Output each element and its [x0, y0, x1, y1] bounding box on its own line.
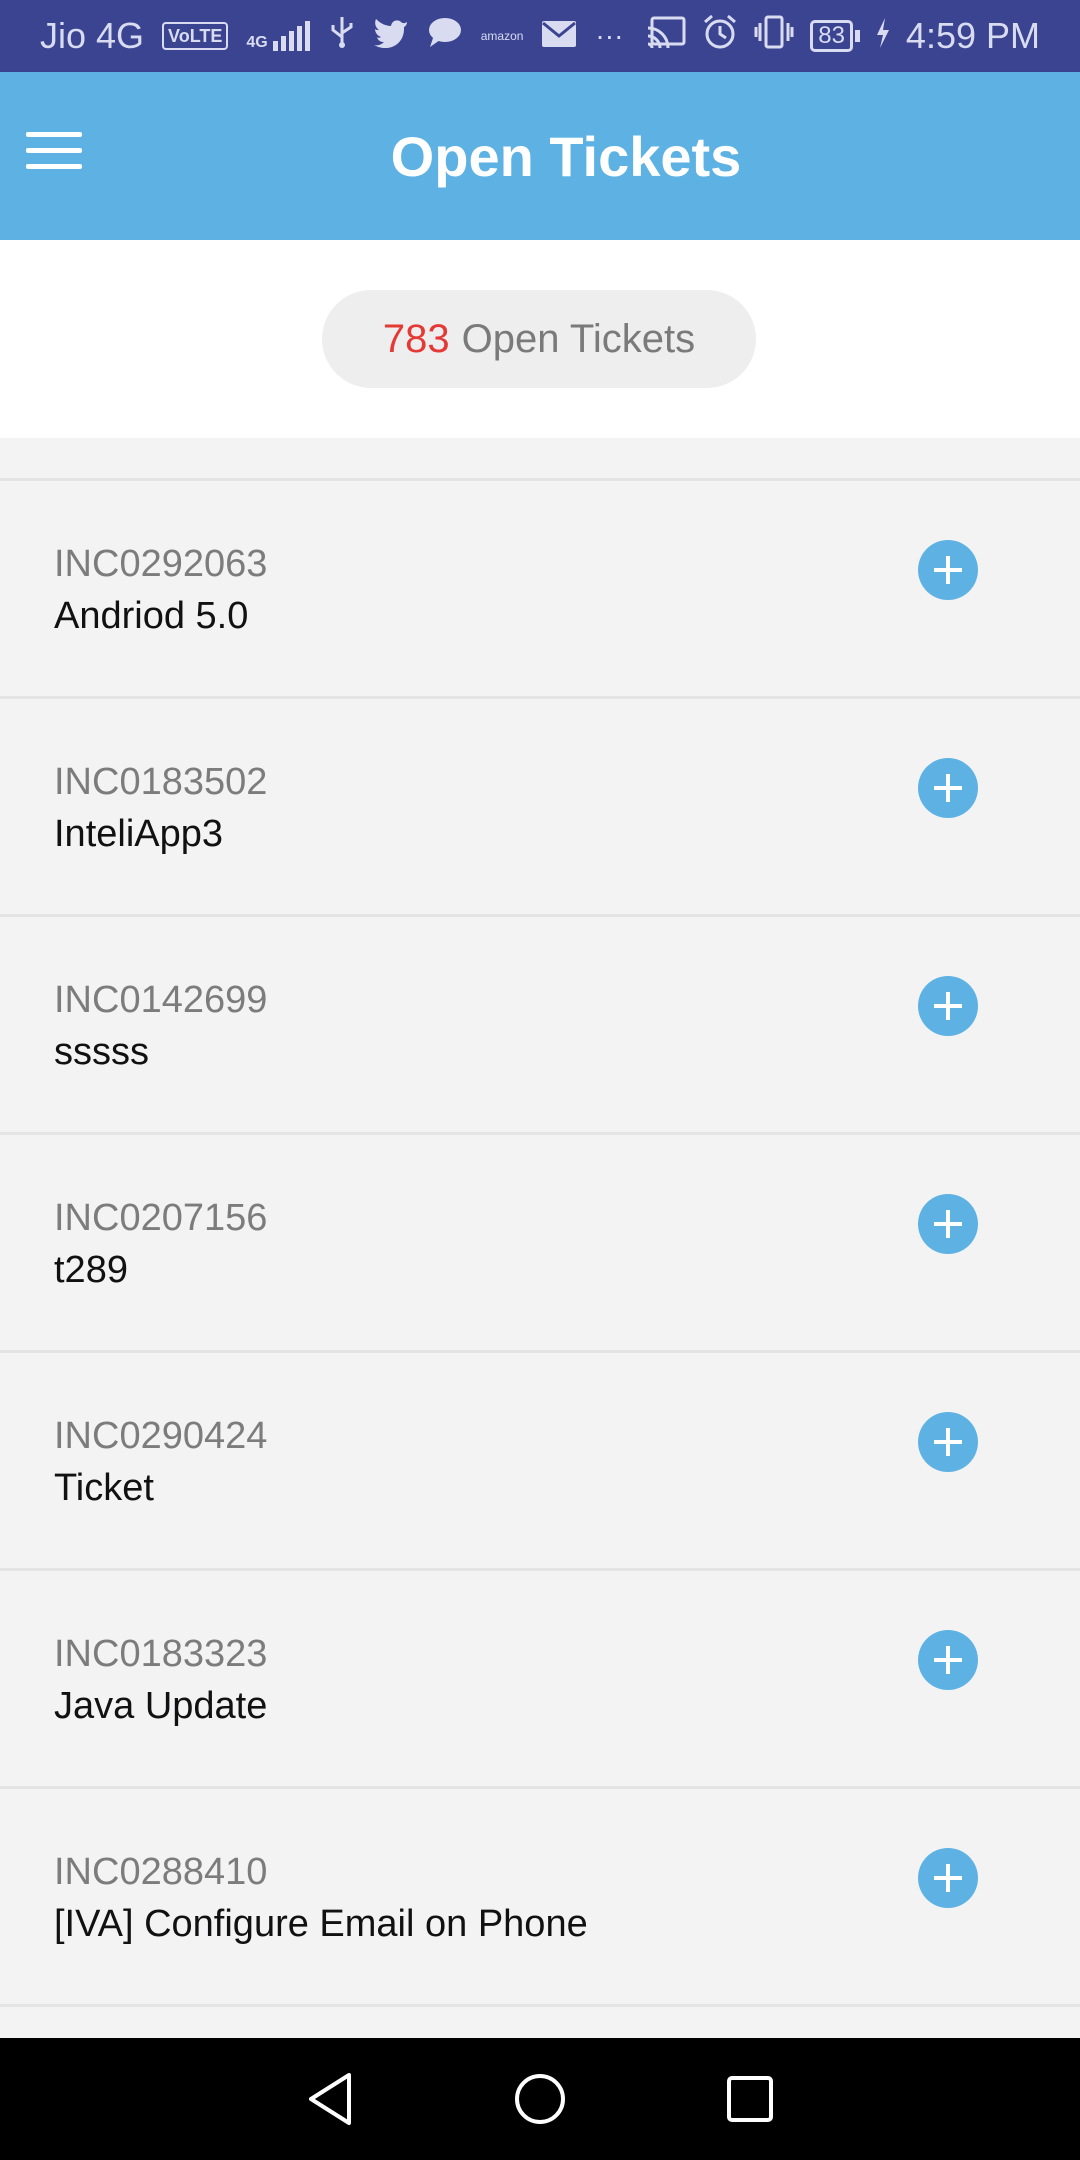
add-icon[interactable]	[918, 758, 978, 818]
chat-icon	[427, 15, 463, 57]
twitter-icon	[373, 15, 409, 57]
list-item[interactable]: INC0183323 Java Update	[0, 1571, 1080, 1789]
amazon-icon: amazon	[480, 29, 524, 43]
home-icon[interactable]	[500, 2059, 580, 2139]
network-type-label: 4G	[246, 34, 268, 51]
back-icon[interactable]	[290, 2059, 370, 2139]
page-title: Open Tickets	[390, 124, 742, 188]
open-tickets-count: 783	[382, 316, 450, 361]
ticket-title: Java Update	[54, 1685, 268, 1727]
list-item[interactable]: INC0207156 t289	[0, 1135, 1080, 1353]
ticket-title: [IVA] Configure Email on Phone	[54, 1903, 588, 1945]
ticket-title: Andriod 5.0	[54, 595, 249, 637]
more-icon: ···	[595, 20, 624, 51]
signal-icon: 4G	[246, 21, 310, 51]
battery-level: 83	[810, 20, 853, 52]
summary-section: 783 Open Tickets	[0, 240, 1080, 438]
ticket-id: INC0142699	[54, 979, 268, 1021]
system-nav-bar	[0, 2038, 1080, 2160]
ticket-id: INC0292063	[54, 543, 268, 585]
status-bar: Jio 4G VoLTE 4G amazon ··· 83 4:59 PM	[0, 0, 1080, 72]
list-item[interactable]: INC0288410 [IVA] Configure Email on Phon…	[0, 1789, 1080, 2007]
time-label: 4:59 PM	[905, 15, 1040, 56]
ticket-id: INC0290424	[54, 1415, 268, 1457]
add-icon[interactable]	[918, 1412, 978, 1472]
ticket-title: sssss	[54, 1031, 149, 1073]
list-item[interactable]: INC0142699 sssss	[0, 917, 1080, 1135]
charging-icon	[876, 15, 890, 57]
list-item[interactable]: INC0290424 Ticket	[0, 1353, 1080, 1571]
add-icon[interactable]	[918, 540, 978, 600]
app-bar: Open Tickets	[0, 72, 1080, 240]
add-icon[interactable]	[918, 1848, 978, 1908]
add-icon[interactable]	[918, 1630, 978, 1690]
add-icon[interactable]	[918, 1194, 978, 1254]
ticket-id: INC0183323	[54, 1633, 268, 1675]
recents-icon[interactable]	[710, 2059, 790, 2139]
volte-icon: VoLTE	[162, 22, 229, 50]
vibrate-icon	[754, 15, 794, 58]
open-tickets-count-label: Open Tickets	[461, 316, 696, 361]
ticket-title: InteliApp3	[54, 813, 224, 855]
open-tickets-count-badge: 783 Open Tickets	[322, 290, 756, 388]
ticket-title: Ticket	[54, 1467, 154, 1509]
list-item[interactable]: INC0292063 Andriod 5.0	[0, 481, 1080, 699]
add-icon[interactable]	[918, 976, 978, 1036]
ticket-id: INC0207156	[54, 1197, 268, 1239]
ticket-id: INC0183502	[54, 761, 268, 803]
alarm-icon	[702, 14, 738, 59]
carrier-label: Jio 4G	[40, 15, 145, 56]
list-item[interactable]: INC0183502 InteliApp3	[0, 699, 1080, 917]
ticket-id: INC0288410	[54, 1851, 268, 1893]
battery-icon: 83	[810, 20, 860, 52]
cast-icon	[646, 15, 686, 57]
ticket-list: INC0292063 Andriod 5.0 INC0183502 Inteli…	[0, 478, 1080, 2007]
ticket-title: t289	[54, 1249, 128, 1291]
mail-icon	[541, 15, 577, 57]
usb-icon	[329, 15, 355, 57]
